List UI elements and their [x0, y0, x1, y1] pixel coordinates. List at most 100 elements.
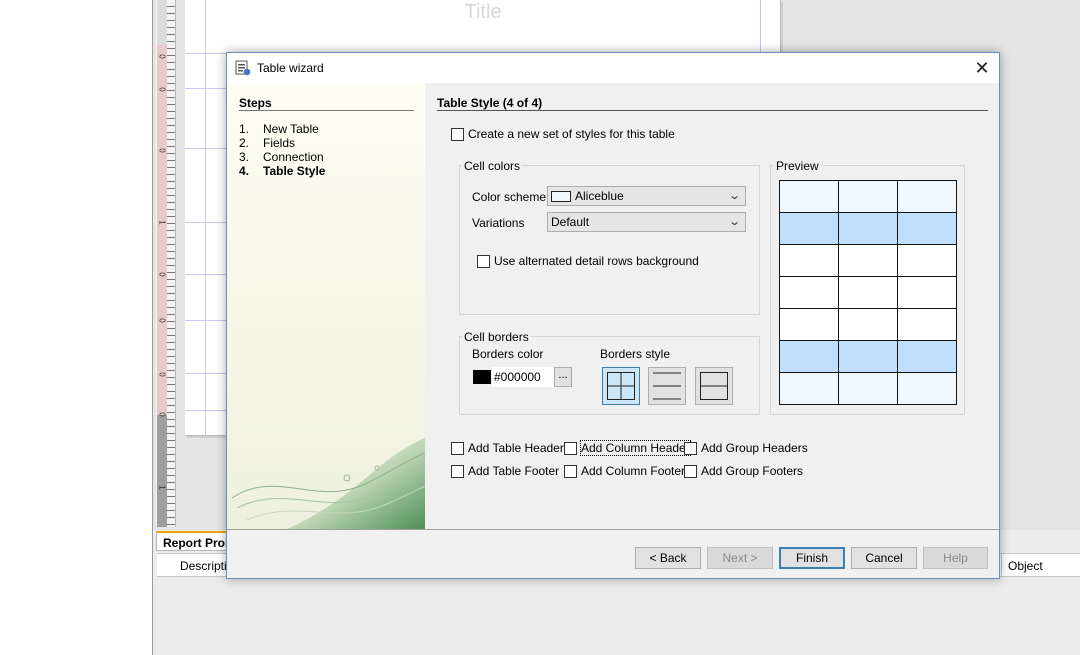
step-label: New Table: [263, 122, 319, 136]
ruler-band-dark: [157, 415, 167, 527]
add-group-footers-checkbox[interactable]: Add Group Footers: [684, 464, 803, 478]
add-group-headers-checkbox[interactable]: Add Group Headers: [684, 441, 808, 455]
create-styles-checkbox[interactable]: Create a new set of styles for this tabl…: [451, 127, 675, 141]
cancel-button[interactable]: Cancel: [851, 547, 917, 569]
checkbox-label: Use alternated detail rows background: [494, 254, 699, 268]
borders-color-label: Borders color: [472, 347, 544, 361]
checkbox-box[interactable]: [451, 127, 464, 141]
checkbox-label: Add Group Footers: [701, 464, 804, 478]
guide-line: [205, 0, 206, 436]
ruler-band-highlight: [157, 45, 167, 415]
preview-cell: [779, 340, 839, 373]
step-label: Table Style: [263, 164, 326, 178]
finish-button[interactable]: Finish: [779, 547, 845, 569]
border-color-swatch: [473, 370, 491, 384]
help-button[interactable]: Help: [923, 547, 988, 569]
preview-cell: [897, 244, 957, 277]
preview-cell: [838, 372, 898, 405]
add-table-footer-checkbox[interactable]: Add Table Footer: [451, 464, 559, 478]
border-style-all-button[interactable]: [602, 367, 640, 405]
preview-cell: [838, 276, 898, 309]
grid-borders-icon: [607, 372, 635, 400]
preview-row: [779, 276, 957, 309]
ruler-number: 1: [157, 485, 167, 490]
divider: [437, 110, 988, 111]
preview-legend: Preview: [774, 159, 821, 173]
variations-select[interactable]: Default ⌄: [547, 212, 746, 232]
chevron-down-icon: ⌄: [727, 190, 741, 202]
preview-cell: [838, 340, 898, 373]
checkbox-box[interactable]: [564, 441, 577, 455]
border-style-horizontal-button[interactable]: [648, 367, 686, 405]
color-scheme-select[interactable]: Aliceblue ⌄: [547, 186, 746, 206]
checkbox-label: Add Table Footer: [468, 464, 560, 478]
chevron-down-icon: ⌄: [727, 216, 741, 228]
step-number: 1.: [239, 122, 250, 136]
dialog-titlebar[interactable]: Table wizard ✕: [227, 53, 999, 83]
step-connection: 3. Connection: [239, 150, 324, 164]
checkbox-label: Add Table Header: [468, 441, 564, 455]
preview-cell: [897, 180, 957, 213]
table-preview: [779, 180, 957, 405]
step-new-table: 1. New Table: [239, 122, 319, 136]
alternated-rows-checkbox[interactable]: Use alternated detail rows background: [477, 254, 699, 268]
checkbox-box[interactable]: [451, 464, 464, 478]
preview-cell: [779, 180, 839, 213]
ruler-number: 0: [157, 372, 167, 377]
checkbox-box[interactable]: [451, 441, 464, 455]
next-button[interactable]: Next >: [707, 547, 773, 569]
column-separator: [1001, 553, 1002, 577]
content-pane: Table Style (4 of 4) Create a new set of…: [425, 83, 999, 529]
page-title[interactable]: Title: [185, 1, 781, 24]
add-column-header-checkbox[interactable]: Add Column Header: [564, 440, 691, 456]
preview-cell: [779, 276, 839, 309]
border-color-value[interactable]: #000000: [492, 367, 554, 387]
color-scheme-label: Color scheme: [472, 190, 547, 204]
checkbox-label: Add Group Headers: [701, 441, 808, 455]
column-header-object[interactable]: Object: [1008, 559, 1043, 573]
preview-cell: [838, 180, 898, 213]
ruler-number: 0: [157, 412, 167, 417]
horizontal-lines-icon: [653, 372, 681, 400]
table-wizard-dialog: Table wizard ✕ Steps 1. New Table 2. Field…: [226, 52, 1000, 579]
preview-cell: [779, 372, 839, 405]
outer-box-icon: [700, 372, 728, 400]
step-number: 2.: [239, 136, 250, 150]
preview-cell: [779, 212, 839, 245]
step-number: 3.: [239, 150, 250, 164]
dialog-title: Table wizard: [257, 61, 324, 75]
step-label: Fields: [263, 136, 296, 150]
back-button[interactable]: < Back: [635, 547, 701, 569]
dialog-footer: < Back Next > Finish Cancel Help: [227, 530, 999, 578]
color-picker-button[interactable]: ...: [554, 367, 572, 387]
preview-cell: [897, 276, 957, 309]
checkbox-box[interactable]: [564, 464, 577, 478]
add-table-header-checkbox[interactable]: Add Table Header: [451, 441, 564, 455]
ruler-number: 1: [157, 220, 167, 225]
step-number: 4.: [239, 164, 250, 178]
step-table-style: 4. Table Style: [239, 164, 325, 178]
checkbox-box[interactable]: [684, 464, 697, 478]
checkbox-label: Create a new set of styles for this tabl…: [468, 127, 675, 141]
section-title: Table Style (4 of 4): [437, 96, 543, 110]
close-icon[interactable]: ✕: [971, 57, 993, 79]
step-label: Connection: [263, 150, 324, 164]
left-panel: [0, 0, 152, 655]
preview-row: [779, 212, 957, 245]
preview-row: [779, 372, 957, 405]
preview-cell: [897, 372, 957, 405]
vertical-ruler: 0 0 0 1 0 0 0 0 1: [156, 0, 176, 527]
step-fields: 2. Fields: [239, 136, 295, 150]
decorative-swirl-image: [231, 438, 425, 529]
steps-pane: Steps 1. New Table 2. Fields 3. Connection …: [227, 83, 425, 529]
border-style-outer-button[interactable]: [695, 367, 733, 405]
ruler-ticks: [167, 0, 175, 527]
cell-borders-legend: Cell borders: [462, 330, 531, 344]
preview-cell: [838, 244, 898, 277]
add-column-footer-checkbox[interactable]: Add Column Footer: [564, 464, 685, 478]
select-value: Default: [551, 215, 590, 229]
color-swatch: [551, 190, 571, 202]
preview-cell: [779, 244, 839, 277]
checkbox-box[interactable]: [477, 254, 490, 268]
checkbox-box[interactable]: [684, 441, 697, 455]
